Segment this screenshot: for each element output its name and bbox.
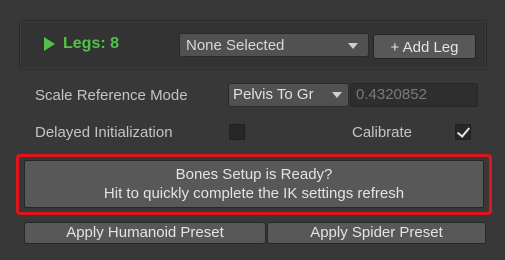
- scale-reference-mode-label: Scale Reference Mode: [35, 87, 188, 104]
- inspector-panel: Legs: 8 None Selected + Add Leg Scale Re…: [0, 0, 505, 260]
- calibrate-checkbox[interactable]: [455, 124, 471, 140]
- delayed-initialization-label: Delayed Initialization: [35, 124, 173, 141]
- play-icon: [44, 37, 55, 51]
- leg-select-dropdown[interactable]: None Selected: [179, 33, 369, 57]
- legs-foldout[interactable]: Legs: 8: [44, 35, 119, 53]
- apply-spider-preset-button[interactable]: Apply Spider Preset: [267, 222, 486, 244]
- chevron-down-icon: [332, 92, 342, 98]
- legs-header: Legs: 8 None Selected + Add Leg: [19, 20, 487, 70]
- chevron-down-icon: [348, 43, 358, 49]
- delayed-initialization-checkbox[interactable]: [229, 124, 245, 140]
- scale-reference-mode-dropdown[interactable]: Pelvis To Gr: [228, 83, 349, 107]
- legs-count-label: Legs: 8: [63, 35, 120, 52]
- add-leg-button[interactable]: + Add Leg: [373, 34, 476, 59]
- bones-setup-title: Bones Setup is Ready?: [175, 166, 333, 183]
- bones-setup-refresh-button[interactable]: Bones Setup is Ready? Hit to quickly com…: [24, 160, 484, 208]
- apply-humanoid-preset-button[interactable]: Apply Humanoid Preset: [24, 222, 266, 244]
- calibrate-label: Calibrate: [352, 124, 413, 141]
- scale-reference-value-field[interactable]: 0.4320852: [350, 83, 478, 107]
- bones-setup-subtitle: Hit to quickly complete the IK settings …: [103, 185, 405, 202]
- scale-reference-mode-value: Pelvis To Gr: [233, 86, 314, 103]
- leg-select-value: None Selected: [186, 37, 285, 54]
